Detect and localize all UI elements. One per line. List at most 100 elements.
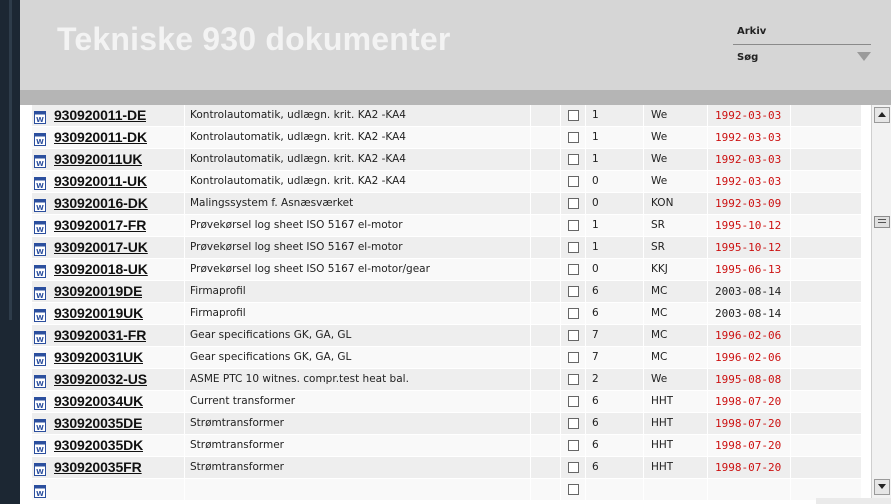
vertical-scrollbar[interactable] xyxy=(871,105,891,504)
table-row[interactable]: W 930920031-FR Gear specifications GK, GA,… xyxy=(20,325,871,347)
table-row[interactable]: W 930920011-DK Kontrolautomatik, udlægn. k… xyxy=(20,127,871,149)
document-number-link[interactable]: 930920035DK xyxy=(54,435,143,456)
row-checkbox[interactable] xyxy=(568,176,579,187)
column-divider xyxy=(643,347,644,368)
column-divider xyxy=(184,435,185,456)
row-checkbox[interactable] xyxy=(568,484,579,495)
author-initials: MC xyxy=(651,351,668,363)
table-row[interactable]: W 930920035FR Strømtransformer 6 HHT 1998-07-… xyxy=(20,457,871,479)
document-number-link[interactable]: 930920032-US xyxy=(54,369,147,390)
row-checkbox[interactable] xyxy=(568,462,579,473)
row-checkbox[interactable] xyxy=(568,198,579,209)
document-date: 1998-07-20 xyxy=(715,461,782,474)
column-divider xyxy=(560,105,561,126)
table-row[interactable]: W 930920032-US ASME PTC 10 witnes. compr.t… xyxy=(20,369,871,391)
document-number-link[interactable]: 930920011UK xyxy=(54,149,142,170)
column-divider xyxy=(643,237,644,258)
revision-number: 0 xyxy=(592,263,599,275)
document-number-link[interactable]: 930920035FR xyxy=(54,457,142,478)
table-row[interactable]: W 930920017-UK Prøvekørsel log sheet ISO 5… xyxy=(20,237,871,259)
document-number-link[interactable]: 930920011-DE xyxy=(54,105,146,126)
column-divider xyxy=(530,259,531,280)
table-row[interactable]: W 930920031UK Gear specifications GK, GA, … xyxy=(20,347,871,369)
document-number-link[interactable]: 930920018-UK xyxy=(54,259,148,280)
scrollbar-thumb[interactable] xyxy=(874,216,890,228)
column-divider xyxy=(861,391,862,412)
document-number-link[interactable]: 930920019DE xyxy=(54,281,142,302)
table-row[interactable]: W 930920035DE Strømtransformer 6 HHT 1998-07-… xyxy=(20,413,871,435)
column-divider xyxy=(184,193,185,214)
chevron-down-icon[interactable] xyxy=(857,52,871,61)
table-row[interactable]: W 930920018-UK Prøvekørsel log sheet ISO 5… xyxy=(20,259,871,281)
word-document-icon: W xyxy=(34,351,46,366)
row-checkbox[interactable] xyxy=(568,396,579,407)
row-checkbox[interactable] xyxy=(568,264,579,275)
row-checkbox[interactable] xyxy=(568,220,579,231)
svg-text:W: W xyxy=(36,138,44,146)
document-number-link[interactable]: 930920019UK xyxy=(54,303,143,324)
table-row[interactable]: W 930920011UK Kontrolautomatik, udlægn. kr… xyxy=(20,149,871,171)
column-divider xyxy=(790,215,791,236)
revision-number: 6 xyxy=(592,461,599,473)
table-row[interactable]: W 930920019UK Firmaprofil 6 MC 2003-08-14 xyxy=(20,303,871,325)
menu-item-sog[interactable]: Søg xyxy=(733,48,871,68)
author-initials: We xyxy=(651,175,668,187)
table-row[interactable]: W 930920011-DE Kontrolautomatik, udlægn. k… xyxy=(20,105,871,127)
table-row[interactable]: W xyxy=(20,479,871,501)
document-number-link[interactable]: 930920016-DK xyxy=(54,193,148,214)
column-divider xyxy=(560,457,561,478)
table-row[interactable]: W 930920019DE Firmaprofil 6 MC 2003-08-14 xyxy=(20,281,871,303)
column-divider xyxy=(707,193,708,214)
word-document-icon: W xyxy=(34,263,46,278)
document-number-link[interactable]: 930920011-DK xyxy=(54,127,147,148)
row-checkbox[interactable] xyxy=(568,352,579,363)
column-divider xyxy=(560,369,561,390)
column-divider xyxy=(585,413,586,434)
column-divider xyxy=(585,347,586,368)
document-number-link[interactable]: 930920017-UK xyxy=(54,237,148,258)
column-divider xyxy=(585,281,586,302)
document-number-link[interactable]: 930920017-FR xyxy=(54,215,146,236)
document-date: 1992-03-09 xyxy=(715,197,782,210)
table-row[interactable]: W 930920035DK Strømtransformer 6 HHT 1998-07-… xyxy=(20,435,871,457)
row-checkbox[interactable] xyxy=(568,440,579,451)
author-initials: HHT xyxy=(651,395,674,407)
table-row[interactable]: W 930920017-FR Prøvekørsel log sheet ISO 5… xyxy=(20,215,871,237)
row-checkbox[interactable] xyxy=(568,286,579,297)
document-number-link[interactable]: 930920011-UK xyxy=(54,171,147,192)
scroll-down-button[interactable] xyxy=(874,479,890,495)
table-row[interactable]: W 930920016-DK Malingssystem f. Asnæsværke… xyxy=(20,193,871,215)
column-divider xyxy=(184,391,185,412)
row-checkbox[interactable] xyxy=(568,418,579,429)
word-document-icon: W xyxy=(34,373,46,388)
row-checkbox[interactable] xyxy=(568,330,579,341)
column-divider xyxy=(184,347,185,368)
menu-item-arkiv[interactable]: Arkiv xyxy=(733,22,871,42)
document-date: 1998-07-20 xyxy=(715,395,782,408)
table-row[interactable]: W 930920034UK Current transformer 6 HHT 1998-… xyxy=(20,391,871,413)
document-description: Strømtransformer xyxy=(190,439,285,451)
column-divider xyxy=(585,127,586,148)
row-checkbox[interactable] xyxy=(568,308,579,319)
column-divider xyxy=(530,237,531,258)
svg-text:W: W xyxy=(36,358,44,366)
column-divider xyxy=(643,215,644,236)
column-divider xyxy=(585,237,586,258)
document-number-link[interactable]: 930920034UK xyxy=(54,391,143,412)
document-number-link[interactable]: 930920031UK xyxy=(54,347,143,368)
column-divider xyxy=(184,149,185,170)
row-checkbox[interactable] xyxy=(568,132,579,143)
revision-number: 7 xyxy=(592,329,599,341)
row-checkbox[interactable] xyxy=(568,374,579,385)
document-number-link[interactable]: 930920031-FR xyxy=(54,325,146,346)
row-checkbox[interactable] xyxy=(568,154,579,165)
row-checkbox[interactable] xyxy=(568,242,579,253)
table-row[interactable]: W 930920011-UK Kontrolautomatik, udlægn. k… xyxy=(20,171,871,193)
document-description: Prøvekørsel log sheet ISO 5167 el-motor/… xyxy=(190,263,430,275)
document-date: 1995-06-13 xyxy=(715,263,782,276)
scroll-up-button[interactable] xyxy=(874,107,890,123)
column-divider xyxy=(560,413,561,434)
document-number-link[interactable]: 930920035DE xyxy=(54,413,142,434)
row-checkbox[interactable] xyxy=(568,110,579,121)
column-divider xyxy=(643,259,644,280)
